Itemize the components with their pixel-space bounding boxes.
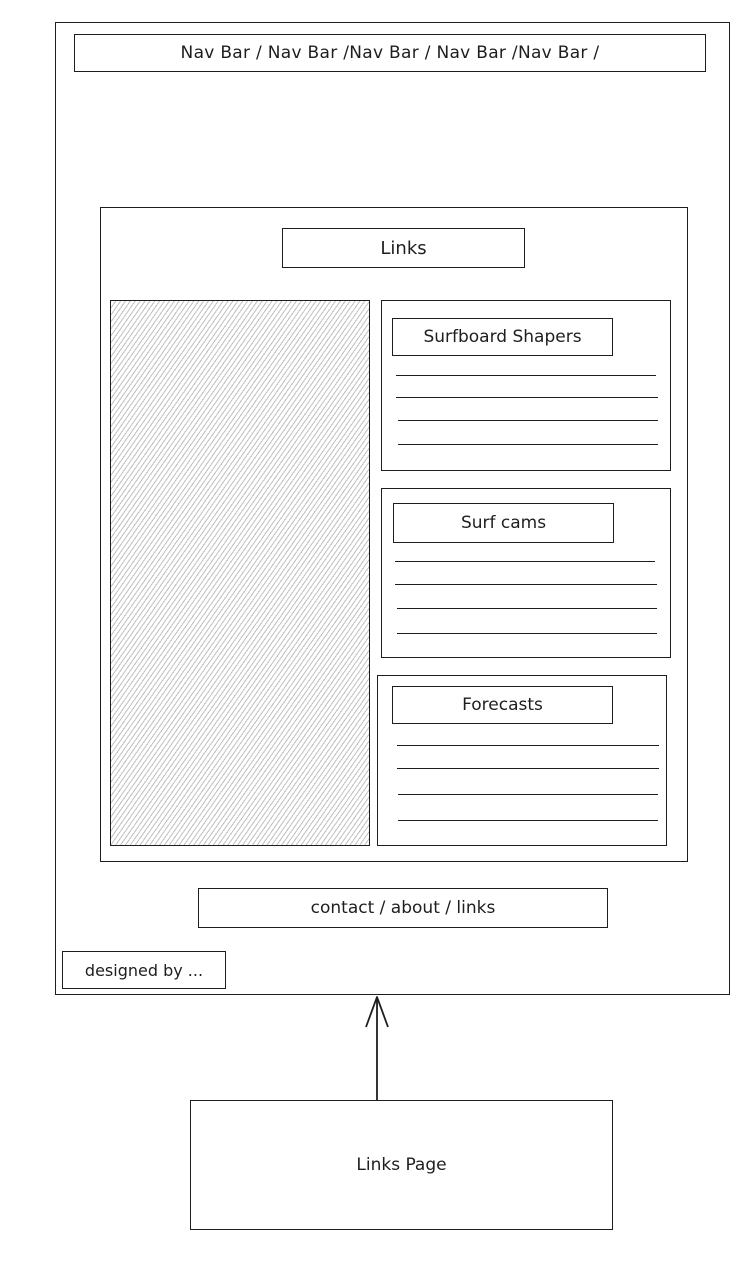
section-title: Surf cams <box>460 513 547 533</box>
text-line <box>395 584 657 585</box>
text-line <box>398 820 658 821</box>
text-line <box>397 608 657 609</box>
credit-text: designed by ... <box>84 960 204 980</box>
section-title: Forecasts <box>462 695 543 715</box>
section-title: Surfboard Shapers <box>423 327 582 347</box>
text-line <box>398 444 658 445</box>
page-label: Links Page <box>356 1155 447 1175</box>
text-line <box>398 420 658 421</box>
text-line <box>397 633 657 634</box>
text-line <box>396 375 656 376</box>
text-line <box>398 794 658 795</box>
footer-links: contact / about / links <box>310 898 496 918</box>
arrow-head <box>365 996 389 1028</box>
text-line <box>396 397 658 398</box>
text-line <box>395 561 655 562</box>
image-placeholder <box>110 300 370 846</box>
nav-bar-text: Nav Bar / Nav Bar /Nav Bar / Nav Bar /Na… <box>180 43 600 63</box>
content-heading: Links <box>380 237 427 259</box>
text-line <box>397 768 659 769</box>
text-line <box>397 745 659 746</box>
